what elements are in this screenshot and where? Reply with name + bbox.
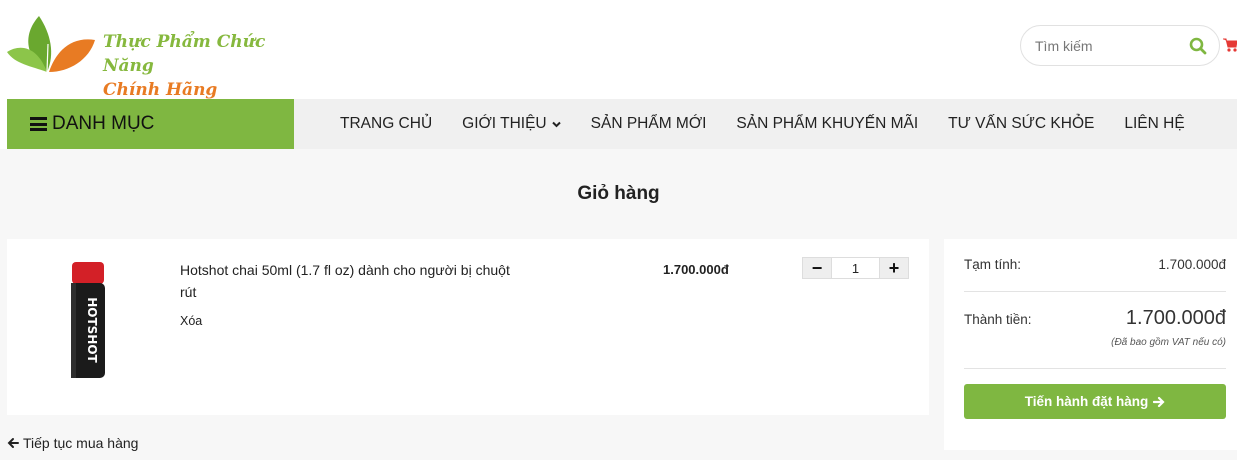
nav-item-about-label: GIỚI THIỆU: [462, 115, 547, 132]
category-menu-button[interactable]: DANH MỤC: [7, 99, 294, 149]
summary-divider: [964, 291, 1226, 292]
qty-increase-button[interactable]: +: [880, 258, 908, 278]
logo-line1: Thực Phẩm Chức Năng: [103, 32, 266, 76]
product-image[interactable]: HOTSHOT: [29, 257, 147, 381]
nav-item-new-products[interactable]: SẢN PHẨM MỚI: [591, 115, 707, 133]
main-navbar: DANH MỤC TRANG CHỦ GIỚI THIỆU SẢN PHẨM M…: [7, 99, 1237, 149]
quantity-stepper: − +: [802, 257, 909, 279]
cart-items-panel: HOTSHOT Hotshot chai 50ml (1.7 fl oz) dà…: [7, 239, 929, 415]
subtotal-value: 1.700.000đ: [1158, 257, 1226, 272]
continue-shopping-label: Tiếp tục mua hàng: [23, 435, 139, 451]
nav-item-home[interactable]: TRANG CHỦ: [340, 115, 432, 133]
site-header: Thực Phẩm Chức Năng Chính Hãng: [0, 0, 1237, 100]
product-name[interactable]: Hotshot chai 50ml (1.7 fl oz) dành cho n…: [180, 259, 525, 303]
checkout-label: Tiến hành đặt hàng: [1024, 394, 1149, 409]
logo-text: Thực Phẩm Chức Năng Chính Hãng: [103, 30, 297, 102]
arrow-left-icon: [7, 438, 19, 448]
search-box: [1020, 25, 1220, 66]
summary-divider: [964, 368, 1226, 369]
remove-item-link[interactable]: Xóa: [180, 314, 202, 328]
shopping-cart-icon[interactable]: [1223, 37, 1237, 53]
total-value: 1.700.000đ: [1125, 307, 1226, 329]
product-price: 1.700.000đ: [663, 262, 729, 277]
search-input[interactable]: [1035, 36, 1185, 56]
nav-item-contact[interactable]: LIÊN HỆ: [1124, 115, 1184, 133]
chevron-down-icon: [551, 121, 561, 127]
continue-shopping-link[interactable]: Tiếp tục mua hàng: [7, 435, 138, 451]
subtotal-row: Tạm tính: 1.700.000đ: [964, 257, 1226, 272]
leaf-logo-icon: [7, 16, 95, 73]
site-logo[interactable]: Thực Phẩm Chức Năng Chính Hãng: [7, 14, 297, 100]
category-label: DANH MỤC: [52, 113, 155, 134]
nav-item-health-advice[interactable]: TƯ VẤN SỨC KHỎE: [948, 115, 1094, 133]
search-icon[interactable]: [1189, 37, 1207, 55]
total-label: Thành tiền:: [964, 312, 1032, 327]
qty-decrease-button[interactable]: −: [803, 258, 831, 278]
nav-item-promotions[interactable]: SẢN PHẨM KHUYẾN MÃI: [736, 115, 918, 133]
checkout-button[interactable]: Tiến hành đặt hàng: [964, 384, 1226, 419]
page-title: Giỏ hàng: [577, 183, 660, 204]
nav-item-about[interactable]: GIỚI THIỆU: [462, 115, 561, 133]
hamburger-icon: [30, 117, 47, 131]
order-summary: Tạm tính: 1.700.000đ Thành tiền: 1.700.0…: [944, 239, 1237, 450]
nav-menu: TRANG CHỦ GIỚI THIỆU SẢN PHẨM MỚI SẢN PH…: [340, 99, 1215, 149]
vat-note: (Đã bao gồm VAT nếu có): [1111, 337, 1226, 348]
quantity-input[interactable]: [831, 258, 880, 278]
cart-page: Giỏ hàng HOTSHOT Hotshot chai 50ml (1.7 …: [0, 149, 1237, 460]
bottle-label: HOTSHOT: [85, 297, 99, 363]
arrow-right-icon: [1153, 396, 1165, 407]
subtotal-label: Tạm tính:: [964, 257, 1022, 272]
